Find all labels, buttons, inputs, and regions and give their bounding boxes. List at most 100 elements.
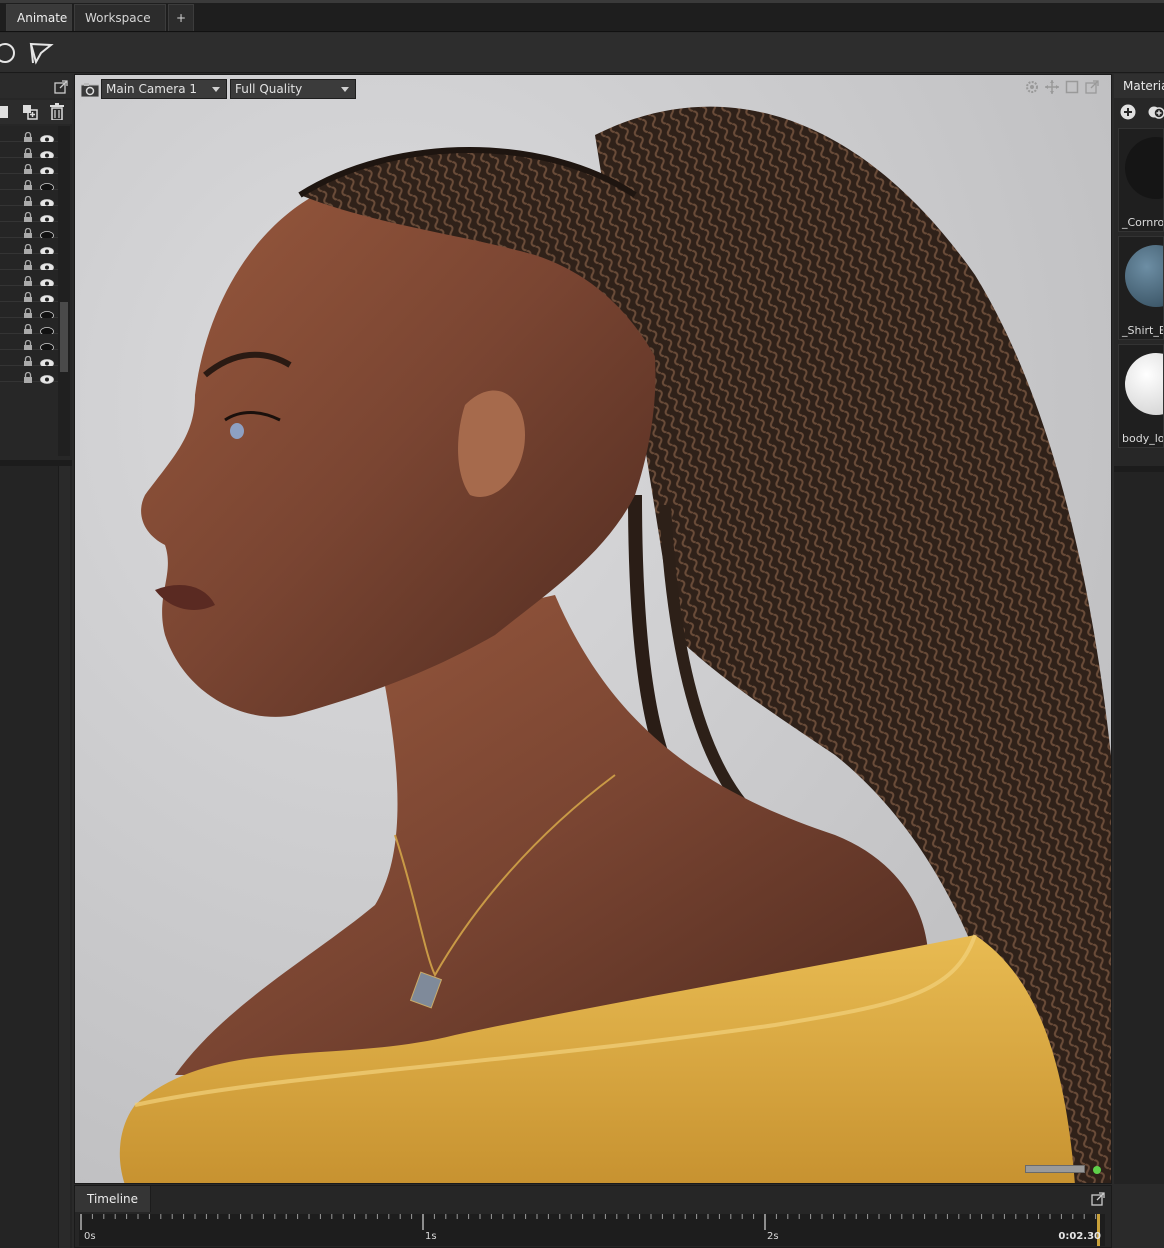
- viewport-icon-group: [1025, 79, 1105, 95]
- outliner-row[interactable]: [0, 286, 58, 304]
- expand-icon[interactable]: [1085, 79, 1099, 94]
- scene-outliner-panel: [0, 74, 72, 1248]
- outliner-list: [0, 126, 58, 456]
- eye-icon[interactable]: [40, 289, 54, 304]
- outliner-header: [0, 74, 72, 98]
- outliner-row[interactable]: [0, 174, 58, 192]
- eye-icon[interactable]: [40, 257, 54, 272]
- materials-panel: Materials _Cornrows _Shirt_B body_lo: [1114, 74, 1164, 1184]
- outliner-row[interactable]: [0, 126, 58, 144]
- outliner-row[interactable]: [0, 270, 58, 288]
- outliner-row[interactable]: [0, 142, 58, 160]
- outliner-row[interactable]: [0, 334, 58, 352]
- workspace-tab-bar: Animate Workspace 1 +: [0, 0, 1164, 52]
- properties-scrollbar[interactable]: [58, 466, 70, 1248]
- outliner-tools: [0, 100, 72, 124]
- outliner-row[interactable]: [0, 366, 58, 384]
- lock-icon[interactable]: [23, 368, 33, 383]
- outliner-scrollbar[interactable]: [58, 126, 70, 456]
- add-material-icon[interactable]: [1148, 104, 1164, 120]
- popout-icon[interactable]: [54, 79, 68, 94]
- lock-icon[interactable]: [23, 336, 33, 351]
- lock-icon[interactable]: [23, 176, 33, 191]
- current-time-readout: 0:02.30: [1058, 1231, 1101, 1242]
- eye-icon[interactable]: [40, 161, 54, 176]
- timeline-track[interactable]: 0s 1s 2s 0:02.30: [79, 1214, 1105, 1246]
- tab-workspace-1[interactable]: Workspace 1: [74, 4, 166, 52]
- properties-panel: [0, 466, 72, 1248]
- lasso-polygon-icon[interactable]: [28, 41, 54, 65]
- lock-icon[interactable]: [23, 128, 33, 143]
- outliner-row[interactable]: [0, 302, 58, 320]
- material-label: _Shirt_B: [1122, 324, 1164, 337]
- add-tab-button[interactable]: +: [168, 4, 194, 31]
- eye-icon[interactable]: [40, 353, 54, 368]
- render-progress-bar: [1025, 1165, 1085, 1173]
- material-preview: [1125, 353, 1163, 415]
- outliner-row[interactable]: [0, 190, 58, 208]
- tab-bar-top-border: [0, 0, 1164, 3]
- eye-closed-icon[interactable]: [40, 225, 54, 240]
- outliner-row[interactable]: [0, 238, 58, 256]
- timeline-marker-2s: 2s: [767, 1231, 779, 1242]
- add-icon[interactable]: [1120, 104, 1136, 120]
- lock-icon[interactable]: [23, 304, 33, 319]
- lasso-circle-icon[interactable]: [0, 41, 18, 65]
- material-properties-panel: [1114, 466, 1164, 1184]
- lock-icon[interactable]: [23, 240, 33, 255]
- lock-icon[interactable]: [23, 272, 33, 287]
- lock-icon[interactable]: [23, 352, 33, 367]
- camera-icon[interactable]: [80, 82, 100, 98]
- eye-icon[interactable]: [40, 273, 54, 288]
- outliner-row[interactable]: [0, 206, 58, 224]
- lock-icon[interactable]: [23, 192, 33, 207]
- materials-panel-title: Materials: [1114, 74, 1164, 98]
- material-item-cornrows[interactable]: _Cornrows: [1118, 128, 1164, 232]
- eye-icon[interactable]: [40, 209, 54, 224]
- material-item-body[interactable]: body_lo: [1118, 344, 1164, 448]
- eye-closed-icon[interactable]: [40, 305, 54, 320]
- app-window: Animate Workspace 1 +: [0, 0, 1164, 1248]
- camera-select[interactable]: Main Camera 1: [101, 79, 227, 99]
- outliner-scroll-thumb[interactable]: [60, 302, 68, 372]
- eye-icon[interactable]: [40, 241, 54, 256]
- frame-icon[interactable]: [1065, 79, 1079, 94]
- 3d-viewport[interactable]: Main Camera 1 Full Quality: [74, 74, 1112, 1184]
- eye-closed-icon[interactable]: [40, 321, 54, 336]
- outliner-row[interactable]: [0, 318, 58, 336]
- tab-timeline[interactable]: Timeline: [75, 1186, 152, 1212]
- lock-icon[interactable]: [23, 320, 33, 335]
- eye-icon[interactable]: [40, 145, 54, 160]
- eye-icon[interactable]: [40, 193, 54, 208]
- move-icon[interactable]: [1045, 79, 1059, 94]
- outliner-row[interactable]: [0, 254, 58, 272]
- duplicate-icon[interactable]: [22, 104, 38, 120]
- timeline-marker-1s: 1s: [425, 1231, 437, 1242]
- outliner-row[interactable]: [0, 222, 58, 240]
- eye-icon[interactable]: [40, 369, 54, 384]
- lock-icon[interactable]: [23, 208, 33, 223]
- timeline-ruler: [80, 1214, 1097, 1230]
- material-item-shirt[interactable]: _Shirt_B: [1118, 236, 1164, 340]
- eye-closed-icon[interactable]: [40, 337, 54, 352]
- lock-icon[interactable]: [23, 256, 33, 271]
- eye-closed-icon[interactable]: [40, 177, 54, 192]
- lock-icon[interactable]: [23, 224, 33, 239]
- quality-select[interactable]: Full Quality: [230, 79, 356, 99]
- outliner-row[interactable]: [0, 158, 58, 176]
- main-toolbar: [0, 33, 1164, 73]
- outliner-row[interactable]: [0, 350, 58, 368]
- stop-icon[interactable]: [0, 106, 8, 118]
- trash-icon[interactable]: [50, 103, 64, 121]
- tab-animate[interactable]: Animate: [6, 4, 72, 31]
- material-label: _Cornrows: [1122, 216, 1164, 229]
- lock-icon[interactable]: [23, 160, 33, 175]
- eye-icon[interactable]: [40, 129, 54, 144]
- material-preview: [1125, 245, 1163, 307]
- timeline-panel: Timeline 0s 1s 2s 0:02.30: [74, 1185, 1112, 1248]
- settings-icon[interactable]: [1025, 79, 1039, 93]
- lock-icon[interactable]: [23, 144, 33, 159]
- expand-icon[interactable]: [1091, 1191, 1105, 1206]
- lock-icon[interactable]: [23, 288, 33, 303]
- render-status-indicator: [1093, 1166, 1101, 1174]
